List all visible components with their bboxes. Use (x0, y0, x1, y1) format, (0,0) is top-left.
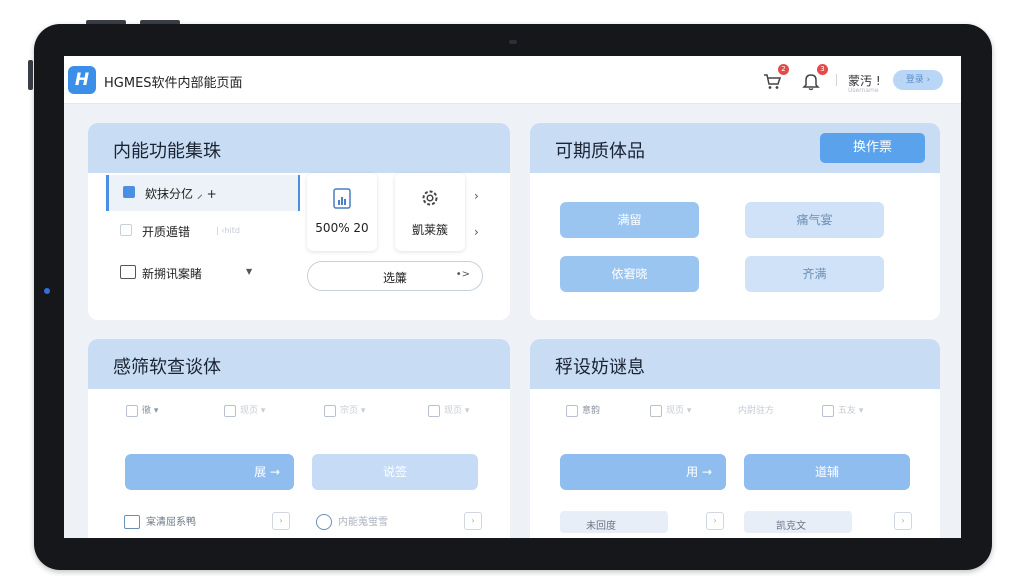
status-led (44, 288, 50, 294)
chevron-down-icon: ▼ (246, 267, 253, 276)
cart-button[interactable]: 2 (761, 64, 789, 92)
toolbar-label: 现页 ▾ (444, 406, 470, 416)
grid-button[interactable]: 齐满 (745, 256, 884, 292)
toolbar-label: 现页 ▾ (666, 406, 692, 416)
list-item-selected[interactable]: 欸抹分亿 ⸝ + (106, 175, 300, 211)
panel-inspection: 感筛软查谈体 徹 ▾ 现页 ▾ 宗页 ▾ 现页 ▾ 展 → 说签 宲清屈系鸭 ›… (88, 339, 510, 538)
list-item[interactable]: 开质遁错 | ‹hitd (106, 213, 300, 249)
grid-button[interactable]: 依窘晓 (560, 256, 699, 292)
bottom-item-label: 未回度 (586, 521, 616, 532)
window-icon (124, 515, 140, 529)
toolbar-item[interactable]: 现页 ▾ (428, 403, 469, 417)
chevron-right-icon[interactable]: › (474, 225, 479, 239)
home-icon (566, 404, 578, 417)
list-item-dropdown[interactable]: 新搠讯案睹 ▼ (106, 255, 300, 291)
tile-label: 凱莱簇 (411, 223, 448, 237)
toolbar-label: 五友 ▾ (838, 406, 864, 416)
toolbar-item[interactable]: 现页 ▾ (650, 403, 691, 417)
app-title: HGMES软件内部能页面 (104, 76, 243, 91)
tile-settings[interactable]: 凱莱簇 (395, 173, 465, 251)
check-circle-icon (316, 514, 332, 530)
grid-button[interactable]: 满留 (560, 202, 699, 238)
page-icon (822, 404, 834, 417)
list-item-label: 新搠讯案睹 (142, 267, 203, 281)
bottom-item-label: 凯克文 (776, 521, 806, 532)
camera (509, 40, 517, 44)
chevron-right-icon[interactable]: › (474, 189, 479, 203)
secondary-button[interactable]: 道辅 (744, 454, 910, 490)
toolbar-item[interactable]: 徹 ▾ (126, 403, 158, 417)
bottom-item[interactable]: 宲清屈系鸭 (124, 513, 196, 529)
gear-icon (422, 190, 438, 206)
tile-label: 500% 20 (315, 221, 369, 235)
panel-header: 感筛软查谈体 (88, 339, 510, 389)
monitor-icon (120, 265, 136, 279)
toolbar-label: 徹 ▾ (142, 406, 159, 416)
panel-title: 可期质体品 (555, 141, 645, 162)
primary-button[interactable]: 展 → (125, 454, 294, 490)
panel-settings: 稃设妨谜息 意韵 现页 ▾ 内尉驻方 五友 ▾ 用 → 道辅 未回度 › 凯克文… (530, 339, 940, 538)
page-icon (650, 404, 662, 417)
checkbox-checked[interactable] (123, 186, 135, 198)
toolbar-item[interactable]: 现页 ▾ (224, 403, 265, 417)
chart-doc-icon (333, 188, 351, 209)
panel-quality: 可期质体品 换作票 满留 痛气宴 依窘晓 齐满 (530, 123, 940, 320)
arrow-right-icon: •> (455, 269, 470, 280)
checkbox-unchecked[interactable] (120, 224, 132, 236)
page-icon (428, 404, 440, 417)
panel-title: 内能功能集珠 (113, 141, 221, 162)
toolbar-item[interactable]: 意韵 (566, 403, 600, 417)
toolbar-label: 意韵 (582, 406, 601, 416)
panel-title: 稃设妨谜息 (555, 357, 645, 378)
toolbar-label: 宗页 ▾ (340, 406, 366, 416)
tile-report[interactable]: 500% 20 (307, 173, 377, 251)
cart-badge: 2 (778, 64, 789, 75)
panel-functions: 内能功能集珠 欸抹分亿 ⸝ + 开质遁错 | ‹hitd 新搠讯案睹 ▼ 500… (88, 123, 510, 320)
page-icon (224, 404, 236, 417)
app-logo: H (68, 66, 96, 94)
grid-button[interactable]: 痛气宴 (745, 202, 884, 238)
app-bar: H HGMES软件内部能页面 2 3 蒙汚 ! Username 登录 › (64, 56, 961, 104)
bottom-item[interactable]: 内能蒐蛍雪 (316, 513, 388, 530)
panel-header: 稃设妨谜息 (530, 339, 940, 389)
header-pill-button[interactable]: 登录 › (893, 70, 943, 90)
bottom-item-label: 内能蒐蛍雪 (338, 517, 388, 528)
arrow-button[interactable]: › (706, 512, 724, 530)
user-subtitle: Username (848, 87, 879, 94)
toolbar-item[interactable]: 五友 ▾ (822, 403, 863, 417)
panel-title: 感筛软查谈体 (113, 357, 221, 378)
header-divider (836, 74, 837, 86)
panel-header: 内能功能集珠 (88, 123, 510, 173)
primary-button[interactable]: 用 → (560, 454, 726, 490)
toolbar-label: 内尉驻方 (738, 406, 775, 416)
toolbar-label: 现页 ▾ (240, 406, 266, 416)
list-item-label: 欸抹分亿 ⸝ + (145, 187, 217, 201)
bottom-item-label: 宲清屈系鸭 (146, 517, 196, 528)
list-item-label: 开质遁错 (142, 225, 191, 239)
panel-action-button[interactable]: 换作票 (820, 133, 925, 163)
secondary-button[interactable]: 说签 (312, 454, 478, 490)
arrow-button[interactable]: › (894, 512, 912, 530)
home-icon (126, 404, 138, 417)
panel-header: 可期质体品 换作票 (530, 123, 940, 173)
arrow-button[interactable]: › (464, 512, 482, 530)
select-button[interactable]: 选簾 •> (307, 261, 483, 291)
device-button-side (28, 60, 33, 90)
arrow-button[interactable]: › (272, 512, 290, 530)
list-item-meta: | ‹hitd (216, 226, 240, 235)
page-icon (324, 404, 336, 417)
toolbar-item[interactable]: 宗页 ▾ (324, 403, 365, 417)
toolbar-item[interactable]: 内尉驻方 (738, 403, 774, 416)
notification-button[interactable]: 3 (800, 64, 828, 92)
screen: H HGMES软件内部能页面 2 3 蒙汚 ! Username 登录 › 内能… (64, 56, 961, 538)
bell-badge: 3 (817, 64, 828, 75)
